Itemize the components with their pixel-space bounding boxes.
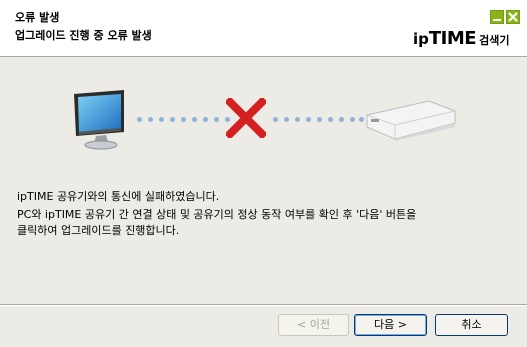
error-message-line-2: PC와 ipTIME 공유기 간 연결 상태 및 공유기의 정상 동작 여부를 …: [17, 208, 417, 221]
brand-logo: ipTIME 검색기: [413, 28, 509, 49]
close-button[interactable]: [506, 10, 520, 24]
red-x-icon: [226, 98, 266, 138]
connection-diagram: [0, 80, 527, 160]
router-icon: [366, 100, 456, 141]
brand-time: TIME: [428, 28, 477, 49]
footer-divider: [0, 304, 527, 306]
brand-suffix: 검색기: [479, 34, 510, 47]
header-banner: 오류 발생 업그레이드 진행 중 오류 발생 ipTIME 검색기: [0, 0, 527, 57]
brand-ip: ip: [413, 30, 429, 48]
window-title: 오류 발생: [15, 11, 60, 24]
cancel-button[interactable]: 취소: [435, 314, 508, 336]
minimize-button[interactable]: [490, 10, 504, 24]
error-message-line-1: ipTIME 공유기와의 통신에 실패하였습니다.: [17, 190, 220, 203]
close-icon: [508, 12, 518, 22]
next-button[interactable]: 다음 >: [354, 314, 427, 336]
window-subtitle: 업그레이드 진행 중 오류 발생: [15, 29, 152, 42]
back-button[interactable]: < 이전: [278, 314, 349, 336]
computer-monitor-icon: [74, 90, 124, 150]
error-message-line-3: 클릭하여 업그레이드를 진행합니다.: [17, 224, 180, 237]
